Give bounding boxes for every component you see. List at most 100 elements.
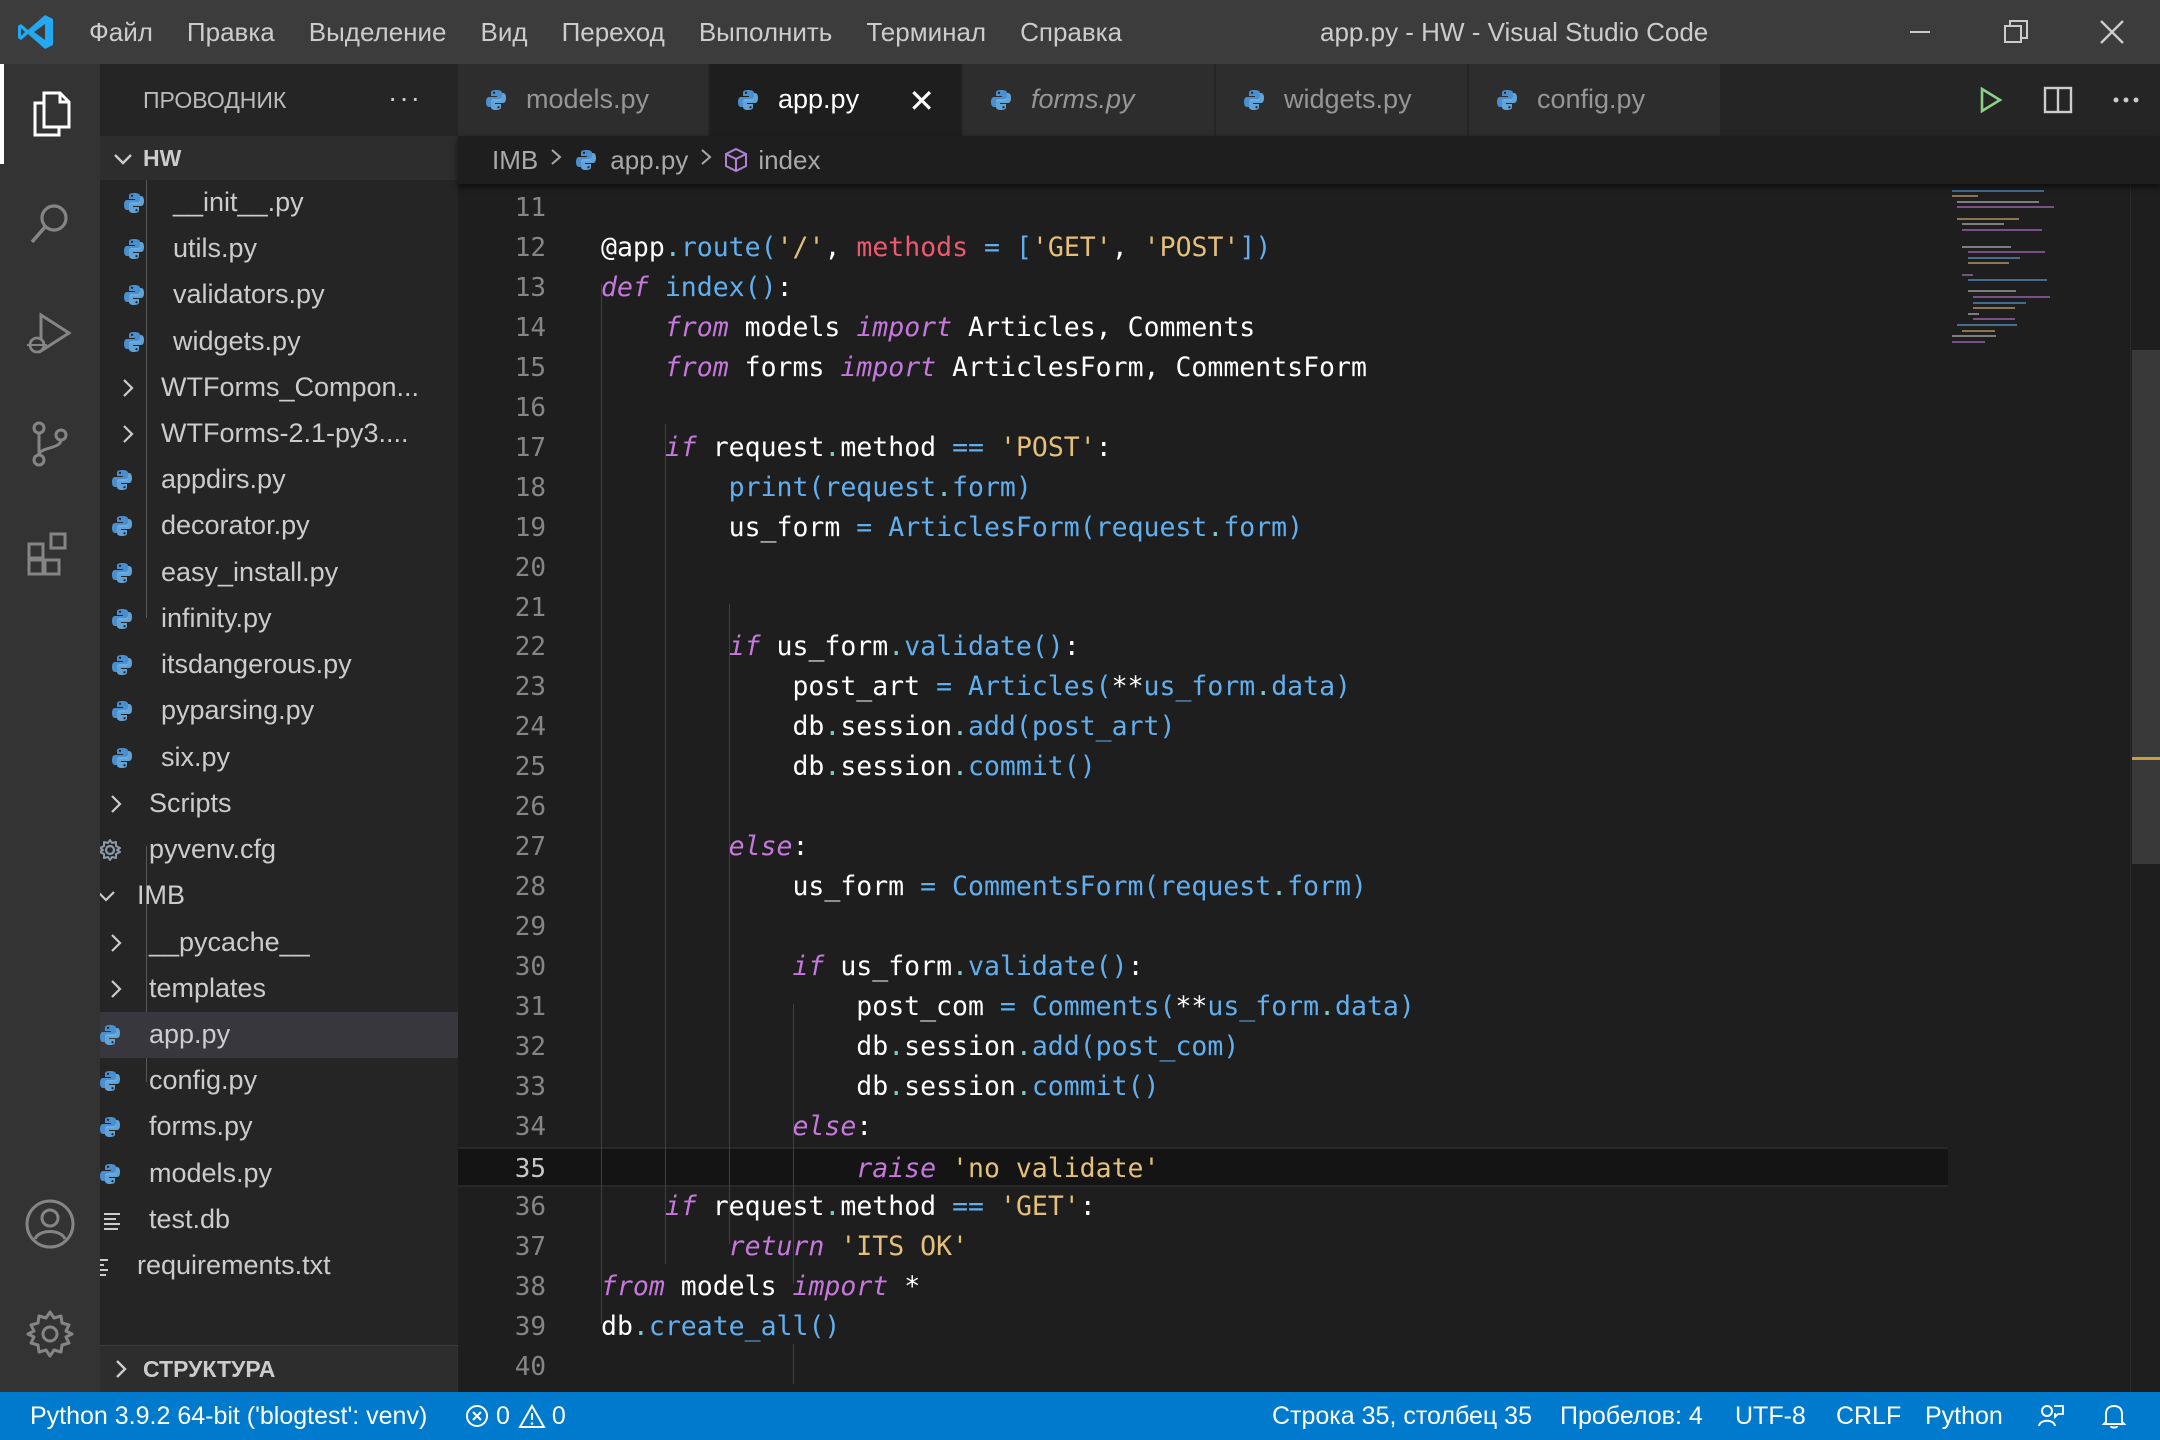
- tree-file-widgets-py[interactable]: widgets.py: [100, 319, 458, 365]
- notifications-bell-icon[interactable]: [2100, 1392, 2128, 1440]
- code-line[interactable]: 18 print(request.form): [458, 468, 1948, 508]
- tree-file-requirements-txt[interactable]: requirements.txt: [100, 1243, 458, 1289]
- minimap[interactable]: [1952, 180, 2132, 360]
- tree-file-utils-py[interactable]: utils.py: [100, 226, 458, 272]
- menu-file[interactable]: Файл: [72, 0, 170, 64]
- code-line[interactable]: 13 def index():: [458, 268, 1948, 308]
- explorer-more-button[interactable]: ···: [388, 82, 422, 114]
- tree-folder-scripts[interactable]: Scripts: [100, 781, 458, 827]
- code-line[interactable]: 20: [458, 548, 1948, 588]
- tab-forms-py[interactable]: forms.py: [963, 64, 1215, 136]
- code-line[interactable]: 39 db.create_all(): [458, 1307, 1948, 1347]
- encoding-status[interactable]: UTF-8: [1735, 1392, 1806, 1440]
- code-line[interactable]: 37 return 'ITS OK': [458, 1227, 1948, 1267]
- code-line[interactable]: 16: [458, 388, 1948, 428]
- settings-gear-icon[interactable]: [0, 1284, 100, 1384]
- search-icon[interactable]: [0, 174, 100, 274]
- tree-file-easy-install-py[interactable]: easy_install.py: [100, 550, 458, 596]
- menu-run[interactable]: Выполнить: [682, 0, 850, 64]
- code-line[interactable]: 35 raise 'no validate': [458, 1146, 1948, 1187]
- code-line[interactable]: 40: [458, 1347, 1948, 1387]
- close-window-button[interactable]: [2064, 0, 2160, 64]
- python-interpreter-status[interactable]: Python 3.9.2 64-bit ('blogtest': venv): [30, 1392, 427, 1440]
- workspace-section-header[interactable]: HW: [100, 136, 458, 180]
- problems-status[interactable]: 0 0: [464, 1392, 566, 1440]
- code-line[interactable]: 11: [458, 188, 1948, 228]
- code-line[interactable]: 15 from forms import ArticlesForm, Comme…: [458, 348, 1948, 388]
- code-line[interactable]: 14 from models import Articles, Comments: [458, 308, 1948, 348]
- tree-file-six-py[interactable]: six.py: [100, 735, 458, 781]
- minimize-button[interactable]: [1872, 0, 1968, 64]
- tree-folder-wtforms-2-1-py3[interactable]: WTForms-2.1-py3....: [100, 411, 458, 457]
- code-line[interactable]: 30 if us_form.validate():: [458, 947, 1948, 987]
- code-line[interactable]: 24 db.session.add(post_art): [458, 707, 1948, 747]
- menu-terminal[interactable]: Терминал: [849, 0, 1003, 64]
- code-line[interactable]: 25 db.session.commit(): [458, 747, 1948, 787]
- code-line[interactable]: 36 if request.method == 'GET':: [458, 1187, 1948, 1227]
- outline-section-header[interactable]: СТРУКТУРА: [100, 1345, 458, 1392]
- code-line[interactable]: 34 else:: [458, 1107, 1948, 1147]
- tree-folder-pycache[interactable]: __pycache__: [100, 920, 458, 966]
- cursor-position-status[interactable]: Строка 35, столбец 35: [1272, 1392, 1532, 1440]
- code-line[interactable]: 12 @app.route('/', methods = ['GET', 'POS…: [458, 228, 1948, 268]
- tab-models-py[interactable]: models.py: [458, 64, 709, 136]
- menu-go[interactable]: Переход: [545, 0, 682, 64]
- split-editor-icon[interactable]: [2024, 64, 2092, 136]
- scrollbar-thumb[interactable]: [2132, 350, 2160, 864]
- menu-edit[interactable]: Правка: [170, 0, 292, 64]
- menu-selection[interactable]: Выделение: [292, 0, 464, 64]
- code-line[interactable]: 26: [458, 787, 1948, 827]
- indentation-status[interactable]: Пробелов: 4: [1560, 1392, 1703, 1440]
- code-line[interactable]: 32 db.session.add(post_com): [458, 1027, 1948, 1067]
- code-line[interactable]: 33 db.session.commit(): [458, 1067, 1948, 1107]
- tree-file-forms-py[interactable]: forms.py: [100, 1104, 458, 1150]
- tree-folder-wtforms-compon[interactable]: WTForms_Compon...: [100, 365, 458, 411]
- tree-file-itsdangerous-py[interactable]: itsdangerous.py: [100, 642, 458, 688]
- language-mode-status[interactable]: Python: [1925, 1392, 2003, 1440]
- line-ending-status[interactable]: CRLF: [1836, 1392, 1901, 1440]
- more-actions-icon[interactable]: [2092, 64, 2160, 136]
- code-line[interactable]: 28 us_form = CommentsForm(request.form): [458, 867, 1948, 907]
- source-control-icon[interactable]: [0, 394, 100, 494]
- tree-folder-imb[interactable]: IMB: [100, 873, 458, 919]
- code-line[interactable]: 38 from models import *: [458, 1267, 1948, 1307]
- tree-file-pyvenv-cfg[interactable]: pyvenv.cfg: [100, 827, 458, 873]
- run-debug-icon[interactable]: [0, 284, 100, 384]
- menu-view[interactable]: Вид: [464, 0, 545, 64]
- extensions-icon[interactable]: [0, 504, 100, 604]
- menu-help[interactable]: Справка: [1003, 0, 1139, 64]
- breadcrumb-file[interactable]: app.py: [574, 145, 688, 176]
- explorer-icon[interactable]: [0, 64, 100, 164]
- feedback-icon[interactable]: [2036, 1392, 2064, 1440]
- code-line[interactable]: 19 us_form = ArticlesForm(request.form): [458, 508, 1948, 548]
- code-line[interactable]: 31 post_com = Comments(**us_form.data): [458, 987, 1948, 1027]
- tree-file-config-py[interactable]: config.py: [100, 1058, 458, 1104]
- tree-file-test-db[interactable]: test.db: [100, 1197, 458, 1243]
- tab-config-py[interactable]: config.py: [1469, 64, 1721, 136]
- tree-folder-templates[interactable]: templates: [100, 966, 458, 1012]
- accounts-icon[interactable]: [0, 1174, 100, 1274]
- tree-file-pyparsing-py[interactable]: pyparsing.py: [100, 688, 458, 734]
- vscode-logo-icon[interactable]: [0, 0, 72, 64]
- tree-file-decorator-py[interactable]: decorator.py: [100, 503, 458, 549]
- code-editor[interactable]: 11 12 @app.route('/', methods = ['GET', 'P…: [458, 184, 2160, 1392]
- tree-file-validators-py[interactable]: validators.py: [100, 272, 458, 318]
- breadcrumb-folder[interactable]: IMB: [492, 145, 538, 176]
- close-tab-icon[interactable]: ✕: [908, 82, 935, 120]
- code-line[interactable]: 27 else:: [458, 827, 1948, 867]
- code-area[interactable]: 11 12 @app.route('/', methods = ['GET', 'P…: [458, 184, 1958, 1392]
- tree-file-models-py[interactable]: models.py: [100, 1151, 458, 1197]
- tree-file-infinity-py[interactable]: infinity.py: [100, 596, 458, 642]
- code-line[interactable]: 22 if us_form.validate():: [458, 627, 1948, 667]
- tab-app-py[interactable]: app.py ✕: [710, 64, 962, 136]
- code-line[interactable]: 17 if request.method == 'POST':: [458, 428, 1948, 468]
- tree-file-appdirs-py[interactable]: appdirs.py: [100, 457, 458, 503]
- code-line[interactable]: 23 post_art = Articles(**us_form.data): [458, 667, 1948, 707]
- tree-file-app-py[interactable]: app.py: [100, 1012, 458, 1059]
- tree-file-init-py[interactable]: __init__.py: [100, 180, 458, 226]
- code-line[interactable]: 21: [458, 588, 1948, 628]
- tab-widgets-py[interactable]: widgets.py: [1216, 64, 1468, 136]
- breadcrumb-symbol[interactable]: index: [724, 145, 820, 176]
- code-line[interactable]: 29: [458, 907, 1948, 947]
- run-icon[interactable]: [1956, 64, 2024, 136]
